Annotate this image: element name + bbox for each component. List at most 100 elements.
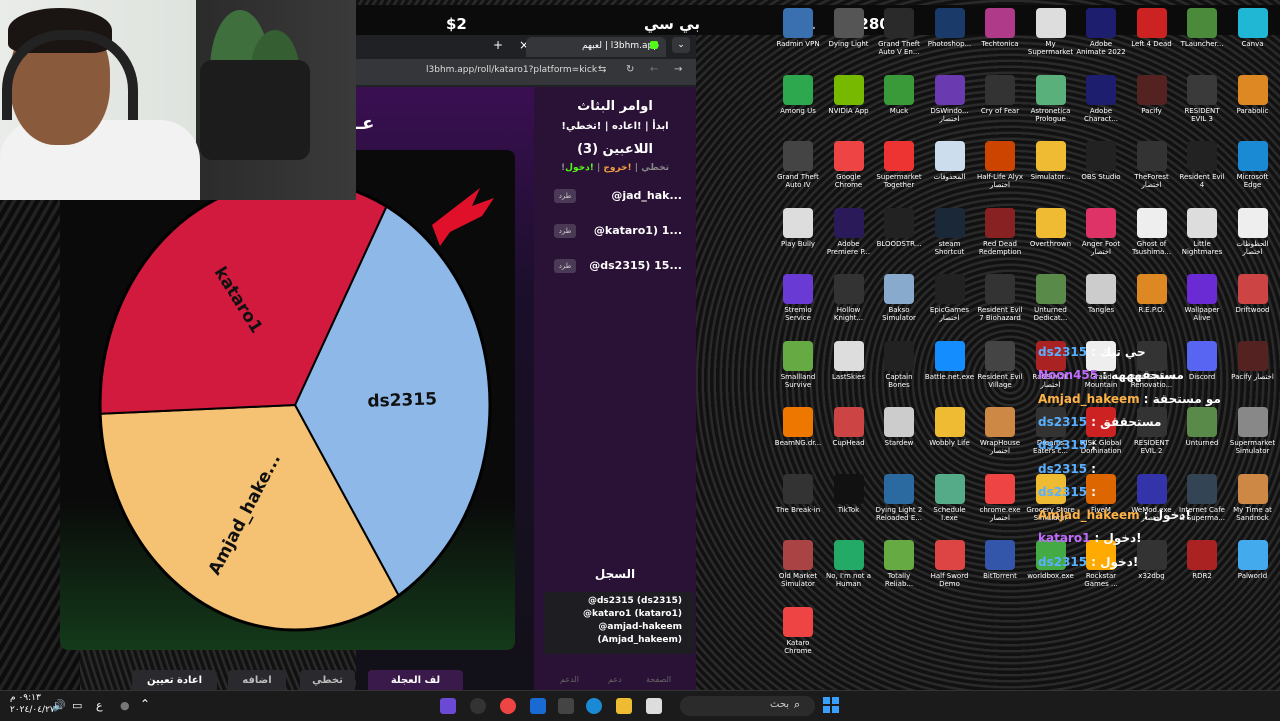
desktop-icon[interactable]: Old Market Simulator (773, 536, 823, 598)
desktop-icon[interactable]: The Break-in (773, 470, 823, 532)
desktop-icon[interactable]: Dying Light 2 Reloaded E... (874, 470, 924, 532)
desktop-icon[interactable]: TheForest اختصار (1127, 137, 1177, 199)
desktop-icon[interactable]: Half Sword Demo (925, 536, 975, 598)
chrome-taskbar-icon[interactable] (500, 698, 516, 714)
desktop-icon[interactable]: Adobe Premiere P... (824, 204, 874, 266)
kick-button[interactable]: طرد (554, 259, 576, 273)
desktop-icon[interactable]: Driftwood (1228, 270, 1278, 332)
back-icon[interactable]: ← (650, 64, 658, 75)
kick-button[interactable]: طرد (554, 224, 576, 238)
store-taskbar-icon[interactable] (558, 698, 574, 714)
desktop-icon[interactable]: EpicGames اختصار (925, 270, 975, 332)
outlook-taskbar-icon[interactable] (530, 698, 546, 714)
reset-button[interactable]: اعادة تعيين (132, 670, 217, 692)
desktop-icon[interactable]: WrapHouse اختصار (975, 403, 1025, 465)
desktop-icon[interactable]: الحظوظات اختصار (1228, 204, 1278, 266)
desktop-icon[interactable]: Captain Bones (874, 337, 924, 399)
reload-icon[interactable]: ↻ (626, 64, 634, 75)
tab-menu-chevron-icon[interactable]: ⌄ (672, 37, 690, 53)
windows-start-icon[interactable] (823, 697, 839, 713)
desktop-icon[interactable]: TLauncher... (1177, 4, 1227, 66)
tray-chevron-icon[interactable]: ⌃ (140, 697, 150, 711)
desktop-icon[interactable]: BeamNG.dr... (773, 403, 823, 465)
footer-link[interactable]: الدعم (560, 675, 579, 684)
desktop-icon[interactable]: No, I'm not a Human (824, 536, 874, 598)
kick-button[interactable]: طرد (554, 189, 576, 203)
volume-icon[interactable]: 🔊 (52, 699, 66, 712)
desktop-icon[interactable]: Adobe Animate 2022 (1076, 4, 1126, 66)
desktop-icon[interactable]: Canva (1228, 4, 1278, 66)
desktop-icon[interactable]: Parabolic (1228, 71, 1278, 133)
desktop-icon[interactable]: Little Nightmares (1177, 204, 1227, 266)
spin-wheel[interactable]: ds2315Amjad_hake...kataro1 (80, 170, 510, 640)
desktop-icon[interactable]: Ghost of Tsushima... (1127, 204, 1177, 266)
desktop-icon[interactable]: Schedule I.exe (925, 470, 975, 532)
skip-button[interactable]: تخطي (300, 670, 355, 692)
desktop-icon[interactable]: Smallland Survive (773, 337, 823, 399)
explorer-taskbar-icon[interactable] (616, 698, 632, 714)
taskview-taskbar-icon[interactable] (646, 698, 662, 714)
desktop-icon[interactable]: Resident Evil 7 Biohazard (975, 270, 1025, 332)
language-indicator[interactable]: ع (96, 699, 103, 712)
desktop-icon[interactable]: Muck (874, 71, 924, 133)
new-tab-button[interactable]: + (493, 38, 503, 52)
desktop-icon[interactable]: Kataro Chrome (773, 603, 823, 665)
desktop-icon[interactable]: Adobe Charact... (1076, 71, 1126, 133)
desktop-icon[interactable]: LastSkies (824, 337, 874, 399)
desktop-icon[interactable]: Red Dead Redemption (975, 204, 1025, 266)
desktop-icon[interactable]: BLOODSTR... (874, 204, 924, 266)
desktop-icon[interactable]: Dying Light (824, 4, 874, 66)
desktop-icon[interactable]: Play Bully (773, 204, 823, 266)
clock-time[interactable]: ٠٩:١٣ م (10, 693, 41, 703)
desktop-icon[interactable]: Pacify (1127, 71, 1177, 133)
desktop-icon[interactable]: Cry of Fear (975, 71, 1025, 133)
desktop-icon[interactable]: Microsoft Edge (1228, 137, 1278, 199)
desktop-icon[interactable]: Wallpaper Alive (1177, 270, 1227, 332)
desktop-icon[interactable]: Battle.net.exe (925, 337, 975, 399)
desktop-icon[interactable]: Photoshop... (925, 4, 975, 66)
desktop-icon[interactable]: RESIDENT EVIL 3 (1177, 71, 1227, 133)
desktop-icon[interactable]: R.E.P.O. (1127, 270, 1177, 332)
desktop-icon[interactable]: TikTok (824, 470, 874, 532)
edge-taskbar-icon[interactable] (586, 698, 602, 714)
desktop-icon[interactable]: Google Chrome (824, 137, 874, 199)
desktop-icon[interactable]: Supermarket Together (874, 137, 924, 199)
desktop-icon[interactable]: Simulator... (1026, 137, 1076, 199)
desktop-icon[interactable]: Grand Theft Auto V En... (874, 4, 924, 66)
desktop-icon[interactable]: Resident Evil Village (975, 337, 1025, 399)
desktop-icon[interactable]: Totally Reliab... (874, 536, 924, 598)
forward-icon[interactable]: → (674, 64, 682, 75)
search-box[interactable]: بحث ⌕ (680, 696, 815, 716)
desktop-icon[interactable]: NVIDIA App (824, 71, 874, 133)
desktop-icon[interactable]: Techtonica (975, 4, 1025, 66)
desktop-icon[interactable]: Left 4 Dead (1127, 4, 1177, 66)
desktop-icon[interactable]: Among Us (773, 71, 823, 133)
desktop-icon[interactable]: Tangles (1076, 270, 1126, 332)
desktop-icon[interactable]: Grand Theft Auto IV (773, 137, 823, 199)
obs-taskbar-icon[interactable] (470, 698, 486, 714)
desktop-icon[interactable]: Wobbly Life (925, 403, 975, 465)
desktop-icon[interactable]: OBS Studio (1076, 137, 1126, 199)
taskbar-app-icon[interactable] (440, 698, 456, 714)
desktop-icon[interactable]: Resident Evil 4 (1177, 137, 1227, 199)
desktop-icon[interactable]: BitTorrent (975, 536, 1025, 598)
site-settings-icon[interactable]: ⇆ (598, 64, 606, 75)
active-tab[interactable]: لعبهم | l3bhm.app (526, 37, 666, 57)
desktop-icon[interactable]: Stardew (874, 403, 924, 465)
desktop-icon[interactable]: My Supermarket (1026, 4, 1076, 66)
clock-date[interactable]: ٢٠٢٤/٠٤/٢٧ (10, 705, 55, 715)
desktop-icon[interactable]: Radmin VPN (773, 4, 823, 66)
desktop-icon[interactable]: المحذوفات (925, 137, 975, 199)
desktop-icon[interactable]: Anger Foot اختصار (1076, 204, 1126, 266)
spin-button[interactable]: لف العجلة (368, 670, 463, 692)
footer-link[interactable]: دعم (608, 675, 622, 684)
desktop-icon[interactable]: Astronetica Prologue (1026, 71, 1076, 133)
desktop-icon[interactable]: chrome.exe اختصار (975, 470, 1025, 532)
desktop-icon[interactable]: Bakso Simulator (874, 270, 924, 332)
desktop-icon[interactable]: CupHead (824, 403, 874, 465)
desktop-icon[interactable]: Stremio Service (773, 270, 823, 332)
desktop-icon[interactable]: Hollow Knight... (824, 270, 874, 332)
mic-icon[interactable]: ● (120, 699, 130, 712)
url-field[interactable]: l3bhm.app/roll/kataro1?platform=kick (426, 65, 597, 75)
desktop-icon[interactable]: steam Shortcut (925, 204, 975, 266)
